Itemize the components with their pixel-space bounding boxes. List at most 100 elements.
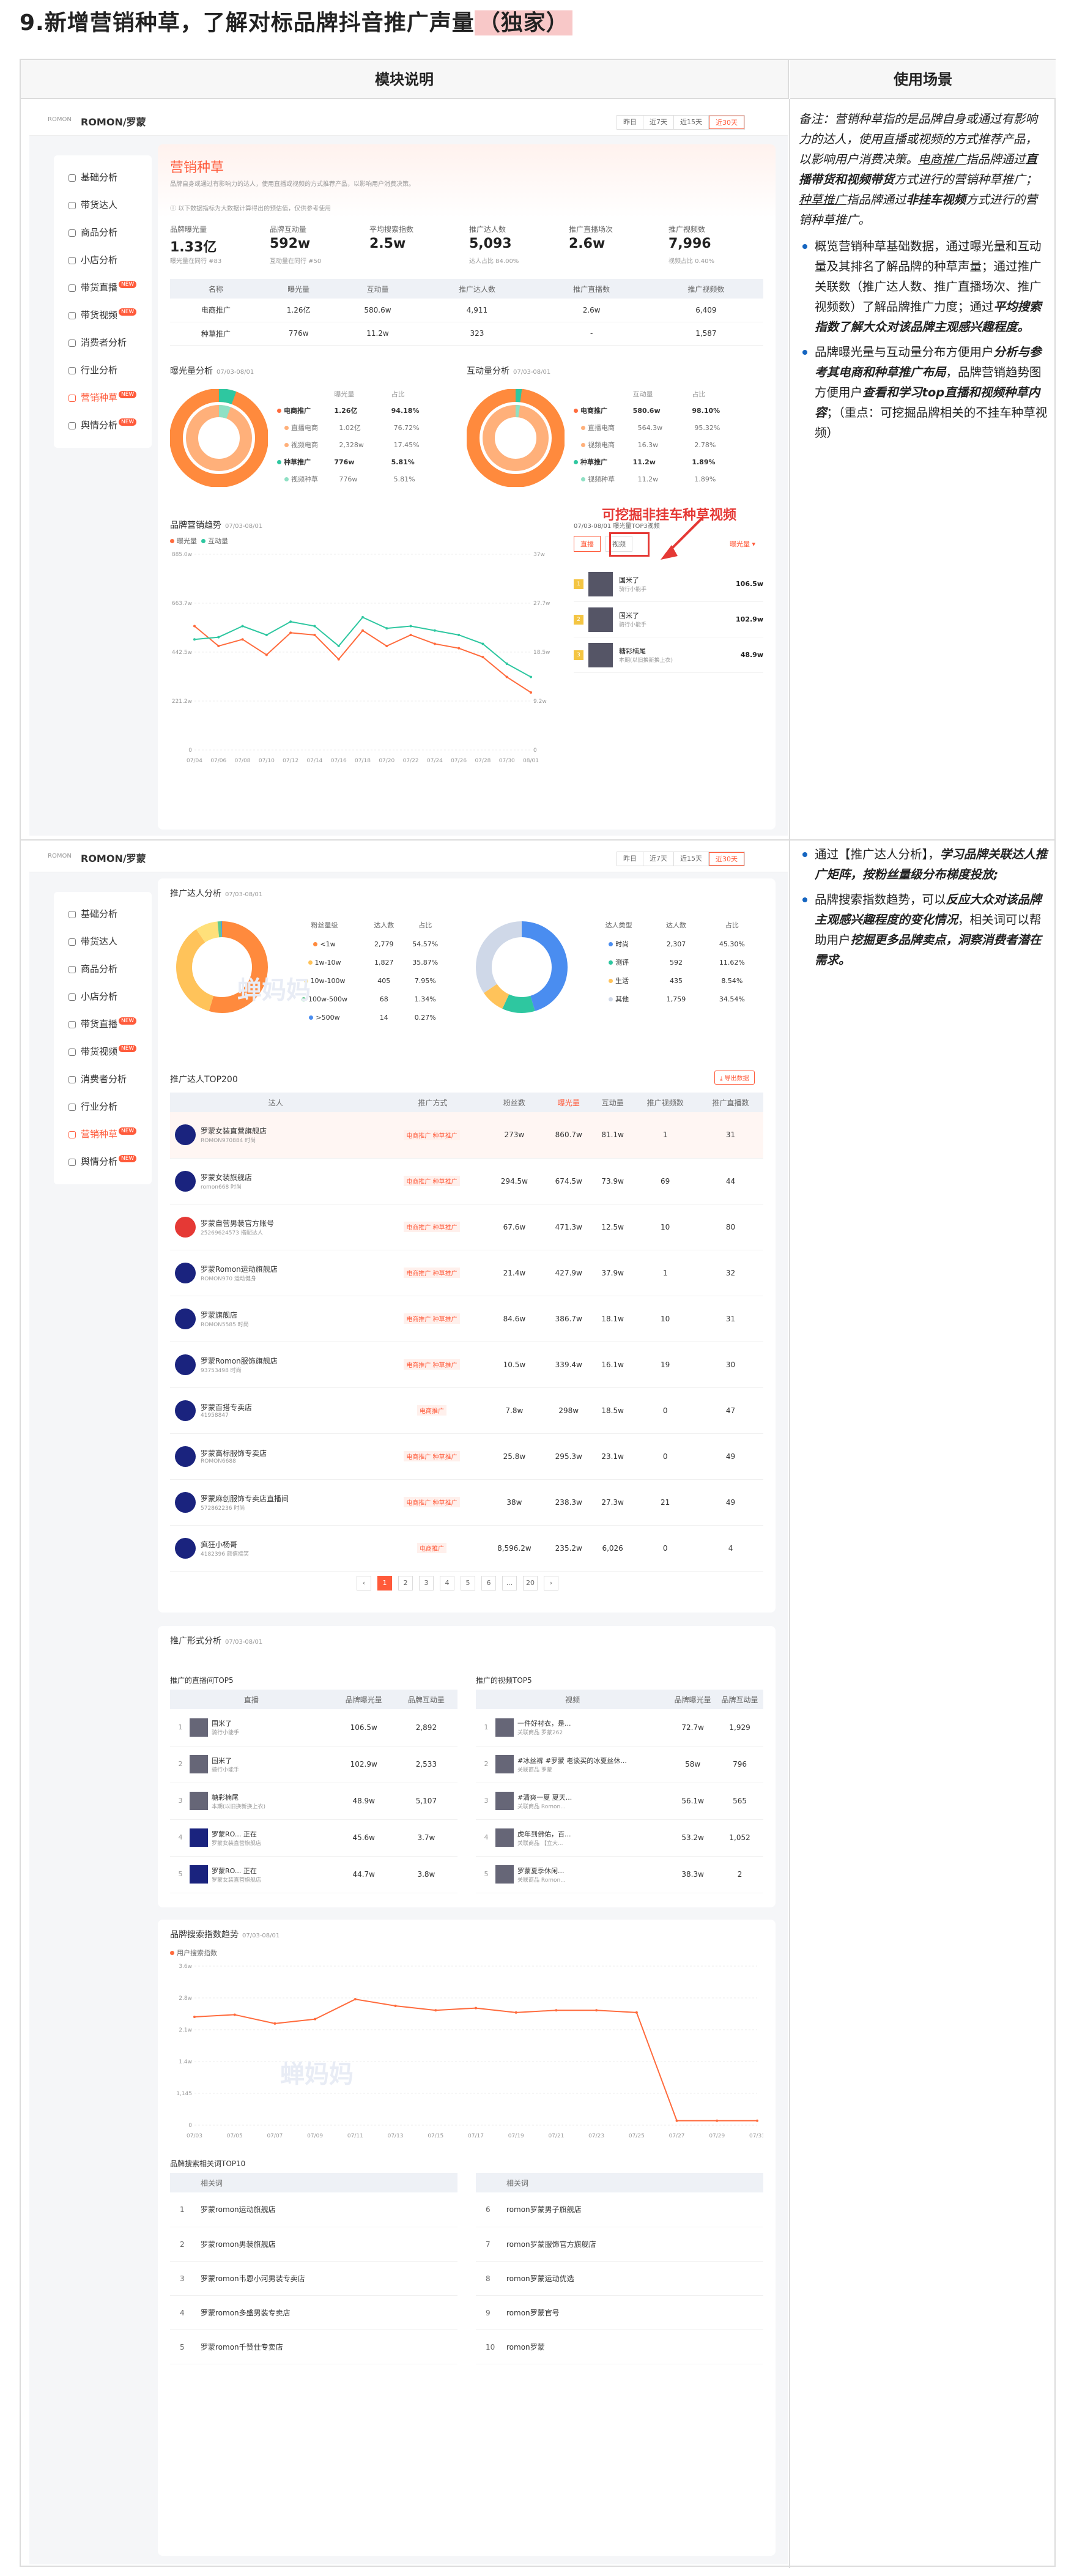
table-row[interactable]: 疯狂小杨哥 4182396 颜值搞笑 电商推广 8,596.2w 235.2w 6,026… (170, 1525, 763, 1572)
table-cell: 67.6w (484, 1204, 545, 1250)
table-cell: 106.5w (332, 1709, 395, 1746)
table-row: 1w-10w 1,827 35.87% (283, 953, 448, 971)
related-word-row[interactable]: 10 romon罗蒙 (476, 2329, 763, 2364)
live-button[interactable]: 直播 (574, 536, 601, 552)
sidebar-item[interactable]: 带货视频 NEW (60, 1038, 146, 1066)
range-tab-selected[interactable]: 近30天 (709, 852, 744, 866)
related-word-row[interactable]: 8 romon罗蒙运动优选 (476, 2261, 763, 2296)
prev-page-icon[interactable]: ‹ (357, 1576, 371, 1591)
table-row[interactable]: 罗蒙自营男装官方账号 25269624573 搭配达人 电商推广 种草推广 67.6w… (170, 1204, 763, 1250)
table-cell: 776w (261, 322, 336, 346)
sidebar-item[interactable]: 基础分析 (60, 164, 146, 191)
table-header: 直播 (170, 1690, 333, 1709)
table-row[interactable]: 5 罗蒙夏季休闲... 关联商品 Romon... 38.3w 2 (476, 1856, 763, 1893)
sidebar-item[interactable]: 舆情分析 NEW (60, 412, 146, 439)
sidebar-item[interactable]: 带货达人 (60, 928, 146, 956)
y-tick-label: 2.8w (179, 1995, 192, 2002)
date-range-tabs[interactable]: 昨日 近7天 近15天 近30天 (617, 852, 745, 866)
sidebar-item-label: 行业分析 (81, 365, 118, 376)
table-row[interactable]: 1 国米了 骑行小能手 106.5w 2,892 (170, 1709, 457, 1746)
table-cell: 0 (632, 1433, 698, 1480)
export-button[interactable]: ⤓ 导出数据 (714, 1071, 755, 1085)
sidebar-item[interactable]: 带货直播 NEW (60, 1011, 146, 1038)
screenshot-influencer-analysis: ROMON ROMON/罗蒙 昨日 近7天 近15天 近30天 基础分析 带货达人 商品分… (29, 843, 788, 2564)
sidebar-item[interactable]: 营销种草 NEW (60, 1121, 146, 1148)
sidebar-item[interactable]: 基础分析 (60, 900, 146, 928)
table-row[interactable]: 4 虎年到佛佑，百... 关联商品 【立大... 53.2w 1,052 (476, 1819, 763, 1857)
sidebar-item[interactable]: 带货视频 NEW (60, 302, 146, 329)
sidebar-item[interactable]: 商品分析 (60, 219, 146, 247)
related-word-row[interactable]: 9 romon罗蒙官号 (476, 2295, 763, 2330)
page-button[interactable]: 4 (440, 1576, 454, 1591)
next-page-icon[interactable]: › (544, 1576, 558, 1591)
range-tab[interactable]: 近15天 (674, 852, 709, 866)
table-row[interactable]: 2 国米了 骑行小能手 102.9w 2,533 (170, 1746, 457, 1783)
table-row[interactable]: 1 一件好衬衣，是... 关联商品 罗蒙262 72.7w 1,929 (476, 1709, 763, 1746)
page-button[interactable]: 3 (419, 1576, 434, 1591)
sidebar-item[interactable]: 商品分析 (60, 956, 146, 983)
related-word-row[interactable]: 1 罗蒙romon运动旗舰店 (170, 2192, 457, 2227)
table-row[interactable]: 罗蒙Romon服饰旗舰店 93753498 时尚 电商推广 种草推广 10.5w 339… (170, 1342, 763, 1388)
sidebar-item[interactable]: 舆情分析 NEW (60, 1148, 146, 1176)
table-row[interactable]: 5 罗蒙RO... 正在 罗蒙女装直营旗舰店 44.7w 3.8w (170, 1856, 457, 1893)
marketing-panel: 营销种草 品牌自身或通过有影响力的达人，使用直播或视频的方式推荐产品，以影响用户… (158, 144, 776, 830)
influencer-name: 罗蒙Romon服饰旗舰店 (201, 1356, 278, 1365)
range-tab[interactable]: 近15天 (674, 116, 709, 129)
page-button[interactable]: 6 (481, 1576, 496, 1591)
avatar (175, 1354, 196, 1375)
table-row[interactable]: 3 #清爽一夏 夏天... 关联商品 Romon... 56.1w 565 (476, 1783, 763, 1820)
top3-item[interactable]: 2 国米了 骑行小能手 102.9w (574, 602, 763, 637)
sidebar-item[interactable]: 行业分析 (60, 357, 146, 384)
sidebar-item[interactable]: 消费者分析 (60, 329, 146, 357)
sidebar-item[interactable]: 小店分析 (60, 983, 146, 1011)
sidebar-item[interactable]: 带货达人 (60, 191, 146, 219)
range-tab[interactable]: 近7天 (643, 116, 674, 129)
sidebar-item[interactable]: 带货直播 NEW (60, 274, 146, 302)
table-row[interactable]: 罗蒙女装直营旗舰店 ROMON970884 时尚 电商推广 种草推广 273w 860.… (170, 1112, 763, 1159)
table-row[interactable]: 罗蒙麻创服饰专卖店直播间 572862236 时尚 电商推广 种草推广 38w 238.… (170, 1479, 763, 1526)
table-cell: 565 (716, 1783, 763, 1820)
related-word-row[interactable]: 3 罗蒙romon韦恩小河男装专卖店 (170, 2261, 457, 2296)
usage-notes-2: 通过【推广达人分析】，学习品牌关联达人推广矩阵，按粉丝量级分布梯度投放; 品牌搜… (799, 844, 1048, 975)
page-button[interactable]: 20 (523, 1576, 538, 1591)
related-word-row[interactable]: 2 罗蒙romon男装旗舰店 (170, 2227, 457, 2262)
sidebar-item[interactable]: 消费者分析 (60, 1066, 146, 1093)
page-button[interactable]: 5 (461, 1576, 475, 1591)
metric-value: 1.33亿 (170, 240, 217, 255)
range-tab[interactable]: 近7天 (643, 852, 674, 866)
item-title: 罗蒙RO... 正在 (212, 1830, 257, 1838)
table-row[interactable]: 罗蒙百搭专卖店 41958847 电商推广 7.8w 298w 18.5w 0 47 (170, 1387, 763, 1434)
table-row[interactable]: 罗蒙女装旗舰店 romon668 时尚 电商推广 种草推广 294.5w 674.5w 7… (170, 1158, 763, 1204)
table-row[interactable]: 罗蒙旗舰店 ROMON5585 时尚 电商推广 种草推广 84.6w 386.7w 18.… (170, 1296, 763, 1342)
sidebar-item[interactable]: 营销种草 NEW (60, 384, 146, 412)
related-word-row[interactable]: 4 罗蒙romon多盛男装专卖店 (170, 2295, 457, 2330)
pagination: ‹ 1 2 3 4 5 6... 20 › (357, 1576, 558, 1591)
table-row[interactable]: 2 #冰丝裤 #罗蒙 老谈买的冰夏丝休... 关联商品 罗蒙 58w 796 (476, 1746, 763, 1783)
table-row[interactable]: 3 糖彩楠尾 本期(以旧换新换上衣) 48.9w 5,107 (170, 1783, 457, 1820)
rank: 2 (180, 2240, 185, 2249)
table-cell: 10 (632, 1296, 698, 1342)
sort-dropdown[interactable]: 曝光量 ▾ (730, 539, 755, 549)
range-tab[interactable]: 昨日 (617, 116, 643, 129)
related-word-row[interactable]: 7 romon罗蒙服饰官方旗舰店 (476, 2227, 763, 2262)
data-point (505, 675, 508, 678)
table-header: 曝光量 (544, 1093, 593, 1112)
data-point (337, 658, 340, 661)
table-row[interactable]: 4 罗蒙RO... 正在 罗蒙女装直营旗舰店 45.6w 3.7w (170, 1819, 457, 1857)
range-tab-selected[interactable]: 近30天 (709, 116, 744, 129)
sidebar-item[interactable]: 行业分析 (60, 1093, 146, 1121)
range-tab[interactable]: 昨日 (617, 852, 643, 866)
related-word-row[interactable]: 5 罗蒙romon千赞仕专卖店 (170, 2329, 457, 2364)
top3-item[interactable]: 3 糖彩楠尾 本期(以旧换新换上衣) 48.9w (574, 637, 763, 673)
table-cell: 1,587 (648, 322, 763, 346)
sidebar-item[interactable]: 小店分析 (60, 247, 146, 274)
related-word-row[interactable]: 6 romon罗蒙男子旗舰店 (476, 2192, 763, 2227)
table-row[interactable]: 罗蒙Romon运动旗舰店 ROMON970 运动健身 电商推广 种草推广 21.4w 4… (170, 1250, 763, 1296)
page-button[interactable]: 2 (398, 1576, 413, 1591)
page-button[interactable]: ... (502, 1576, 517, 1591)
table-row[interactable]: 罗蒙高标服饰专卖店 ROMON6688 电商推广 种草推广 25.8w 295.3w 23… (170, 1433, 763, 1480)
top3-item[interactable]: 1 国米了 骑行小能手 106.5w (574, 566, 763, 602)
date-range-tabs[interactable]: 昨日 近7天 近15天 近30天 (617, 115, 745, 130)
rank: 6 (486, 2205, 491, 2214)
page-button[interactable]: 1 (377, 1576, 392, 1591)
